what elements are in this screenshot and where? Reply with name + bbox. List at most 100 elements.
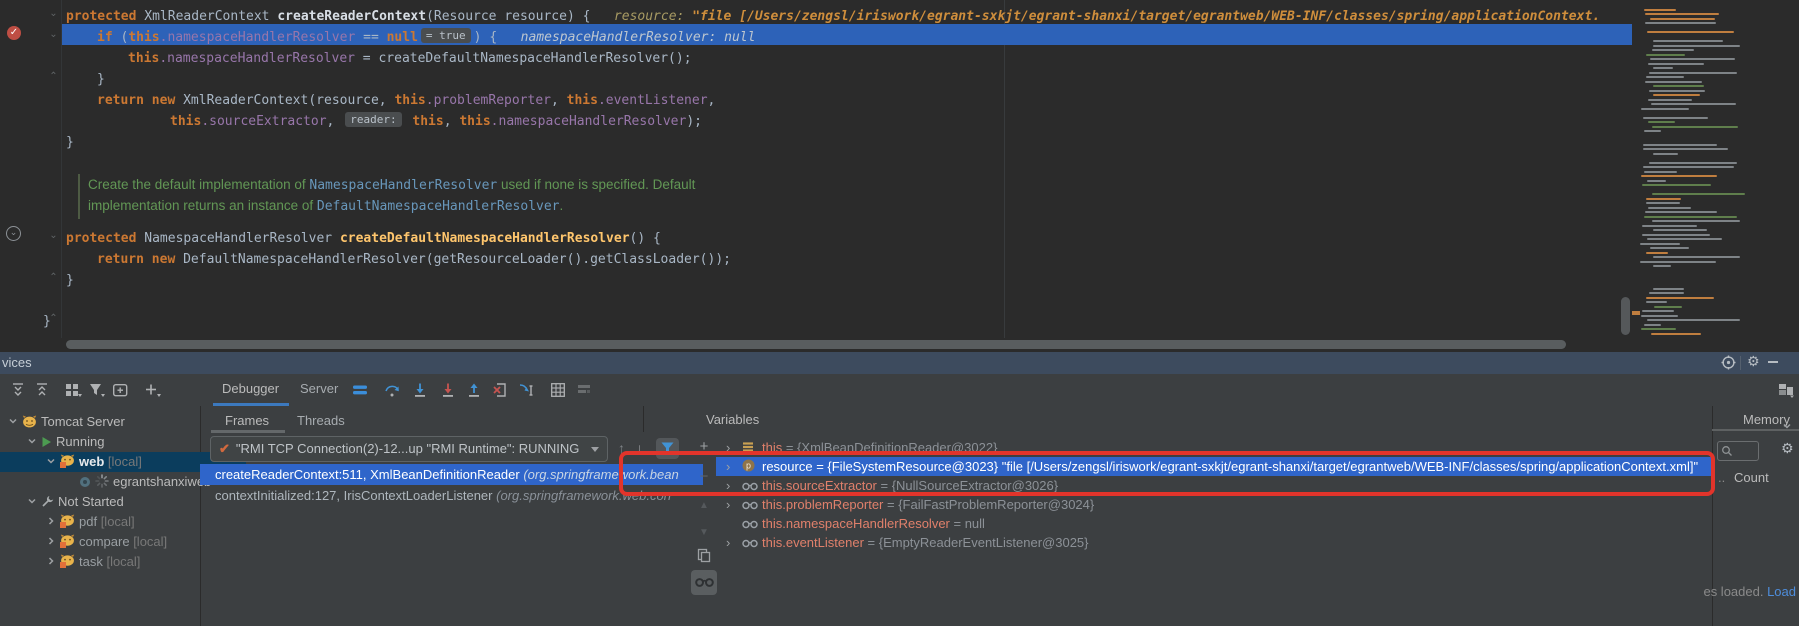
minimap-line	[1653, 85, 1705, 87]
minimap-line	[1653, 265, 1672, 267]
mute-bars-icon[interactable]	[352, 382, 369, 399]
sidebar-item-running-group[interactable]: Running	[0, 432, 227, 452]
group-by-icon[interactable]	[64, 382, 81, 399]
restore-layout-icon[interactable]	[1778, 382, 1795, 399]
show-watches-icon[interactable]	[691, 570, 717, 595]
tab-frames[interactable]: Frames	[225, 413, 269, 428]
search-icon	[1721, 445, 1733, 457]
memory-col-count[interactable]: Count	[1734, 470, 1769, 485]
minimap-line	[1653, 40, 1723, 42]
minimap-line	[1652, 220, 1740, 222]
thread-selector-dropdown[interactable]: ✔"RMI TCP Connection(2)-12...up "RMI Run…	[210, 436, 608, 462]
right-margin-guide	[1004, 0, 1005, 338]
fold-marker-icon[interactable]: ⌃	[48, 71, 59, 82]
tomcatApp-icon	[60, 554, 75, 572]
overridden-method-icon[interactable]: ⌄	[6, 226, 21, 241]
gear-icon[interactable]: ⚙	[1747, 354, 1760, 370]
fold-marker-icon[interactable]: ⌄	[48, 8, 59, 19]
fold-marker-icon[interactable]: ⌄	[48, 230, 59, 241]
step-over-icon[interactable]	[384, 382, 401, 399]
evaluate-grid-icon[interactable]	[550, 382, 567, 399]
chevron-down-icon[interactable]	[1782, 418, 1792, 436]
sidebar-item-not-started-group[interactable]: Not Started	[0, 492, 227, 512]
chevron-down-icon[interactable]	[27, 492, 41, 512]
memory-col-class[interactable]: ..	[1718, 470, 1725, 485]
services-titlebar: vices ⚙	[0, 352, 1799, 374]
minimap-line	[1650, 247, 1689, 249]
titlebar-divider	[1740, 356, 1741, 370]
chevron-right-icon[interactable]	[46, 532, 60, 552]
minimap-line	[1643, 117, 1708, 119]
minimap-line	[1652, 49, 1694, 51]
sidebar-item-service-task[interactable]: task [local]	[0, 552, 246, 572]
chevron-down-icon[interactable]	[8, 412, 22, 432]
minimap-line	[1642, 234, 1710, 236]
chevron-right-icon[interactable]	[46, 552, 60, 572]
fold-marker-icon[interactable]: ⌃	[48, 313, 59, 324]
code-editor[interactable]: protected XmlReaderContext createReaderC…	[0, 0, 1799, 352]
code-token: return	[97, 252, 152, 267]
chevron-down-icon[interactable]	[46, 452, 60, 472]
collapse-all-icon[interactable]	[34, 382, 51, 399]
filter-icon[interactable]	[88, 382, 105, 399]
minimap-line	[1643, 166, 1735, 168]
tomcatApp-icon	[60, 534, 75, 552]
target-icon[interactable]	[1721, 355, 1736, 375]
memory-search-input[interactable]	[1717, 441, 1759, 461]
drop-frame-icon[interactable]	[492, 382, 509, 399]
minimap-line	[1653, 94, 1700, 96]
thread-selector-label: "RMI TCP Connection(2)-12...up "RMI Runt…	[236, 441, 580, 456]
load-classes-link[interactable]: Load	[1767, 584, 1796, 599]
tab-debugger[interactable]: Debugger	[222, 381, 279, 396]
memory-settings-gear-icon[interactable]: ⚙	[1781, 441, 1794, 457]
variable-row[interactable]: ›this.problemReporter = {FailFastProblem…	[716, 495, 1712, 514]
sidebar-item-service-pdf[interactable]: pdf [local]	[0, 512, 246, 532]
expand-all-icon[interactable]	[10, 382, 27, 399]
add-icon[interactable]	[144, 382, 161, 399]
code-token: new	[152, 252, 183, 267]
fold-marker-icon[interactable]: ⌄	[48, 29, 59, 40]
code-token: Create the default implementation of	[88, 177, 309, 192]
variable-row[interactable]: ›this.eventListener = {EmptyReaderEventL…	[716, 533, 1712, 552]
step-out-icon[interactable]	[466, 382, 483, 399]
minimap-line	[1653, 67, 1673, 69]
tab-threads[interactable]: Threads	[297, 413, 345, 428]
code-token: createDefaultNamespaceHandlerResolver	[340, 231, 630, 246]
step-into-icon[interactable]	[412, 382, 429, 399]
force-step-into-icon[interactable]	[440, 382, 457, 399]
copy-watch-icon[interactable]	[693, 548, 715, 567]
minimap-line	[1641, 175, 1717, 177]
minimap-line	[1653, 153, 1678, 155]
memory-status: es loaded. Load	[1703, 584, 1796, 599]
vertical-scrollbar[interactable]	[1621, 297, 1630, 335]
tab-server[interactable]: Server	[300, 381, 338, 396]
minimap-line	[1648, 99, 1691, 101]
chevron-down-icon[interactable]	[27, 432, 41, 452]
code-minimap[interactable]	[1637, 0, 1755, 338]
variable-row[interactable]: this.namespaceHandlerResolver = null	[716, 514, 1712, 533]
sidebar-item-tomcat-server[interactable]: Tomcat Server	[0, 412, 208, 432]
add-frame-icon[interactable]	[112, 382, 129, 399]
minimap-line	[1642, 225, 1697, 227]
doc-comment-line-1: Create the default implementation of Nam…	[88, 174, 695, 195]
run-to-cursor-icon[interactable]	[518, 382, 535, 399]
code-token: }	[66, 273, 74, 288]
sidebar-item-label: Tomcat Server	[41, 414, 125, 429]
chevron-right-icon[interactable]: ›	[716, 533, 742, 552]
layout-dim-icon[interactable]	[576, 382, 593, 399]
code-token: );	[686, 114, 702, 129]
tomcat-icon	[22, 414, 37, 432]
sidebar-item-service-compare[interactable]: compare [local]	[0, 532, 246, 552]
chevron-right-icon[interactable]: ›	[716, 495, 742, 514]
minimize-icon[interactable]	[1768, 361, 1778, 363]
code-token: this	[128, 30, 159, 45]
move-watch-down-icon[interactable]: ▼	[693, 527, 715, 538]
code-token: this	[394, 93, 425, 108]
breakpoint-icon[interactable]: ✓	[7, 26, 21, 40]
code-line-11: protected NamespaceHandlerResolver creat…	[66, 228, 661, 249]
move-watch-up-icon[interactable]: ▲	[693, 500, 715, 511]
fold-marker-icon[interactable]: ⌃	[48, 272, 59, 283]
horizontal-scrollbar[interactable]	[66, 340, 1566, 349]
frame-location: contextInitialized:127, IrisContextLoade…	[215, 488, 496, 503]
chevron-right-icon[interactable]	[46, 512, 60, 532]
